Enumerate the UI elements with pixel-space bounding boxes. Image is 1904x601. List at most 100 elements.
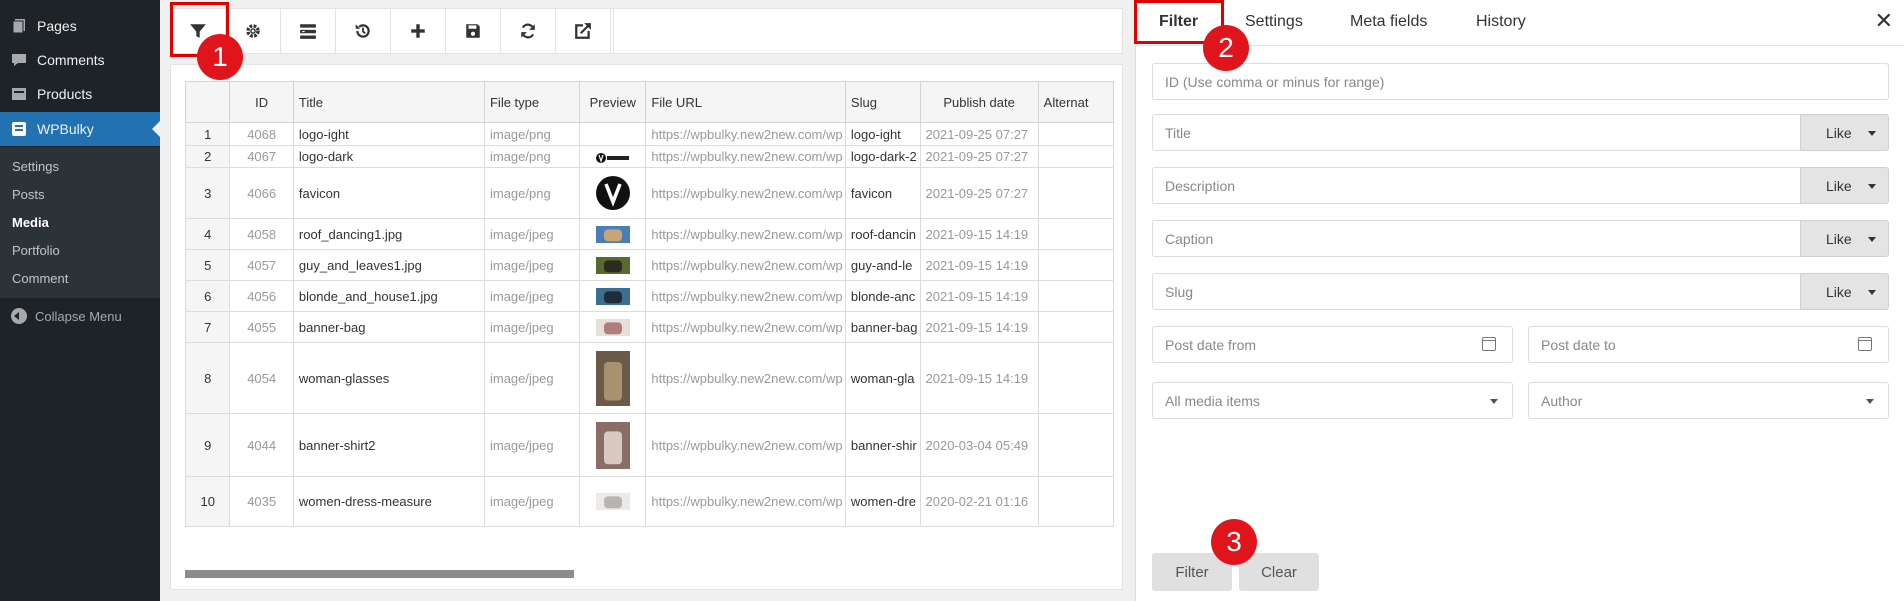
file-type-cell[interactable]: image/png [483,122,581,146]
file-url-cell[interactable]: https://wpbulky.new2new.com/wp [645,122,846,146]
column-header-preview[interactable]: Preview [579,81,647,123]
file-type-cell[interactable]: image/jpeg [483,280,581,312]
id-cell[interactable]: 4067 [229,145,294,168]
file-type-cell[interactable]: image/jpeg [483,218,581,250]
submenu-item-portfolio[interactable]: Portfolio [12,243,60,258]
preview-cell[interactable] [579,280,647,312]
calendar-icon[interactable] [1858,337,1872,351]
id-filter-input[interactable]: ID (Use comma or minus for range) [1152,63,1889,100]
column-header-publish-date[interactable]: Publish date [919,81,1039,123]
file-type-cell[interactable]: image/png [483,145,581,168]
preview-cell[interactable] [579,342,647,414]
tab-meta-fields[interactable]: Meta fields [1350,13,1427,31]
file-url-cell[interactable]: https://wpbulky.new2new.com/wp [645,476,846,527]
alternative-text-cell[interactable] [1037,476,1114,527]
history-button[interactable] [336,9,391,53]
external-link-button[interactable] [556,9,611,53]
table-row[interactable]: 10 4035 women-dress-measure image/jpeg https… [185,476,1114,527]
title-cell[interactable]: logo-ight [292,122,485,146]
calendar-icon[interactable] [1482,337,1496,351]
submenu-item-comment[interactable]: Comment [12,271,68,286]
submenu-item-media[interactable]: Media [12,215,49,230]
preview-cell[interactable] [579,249,647,281]
column-header-file-type[interactable]: File type [483,81,581,123]
title-cell[interactable]: logo-dark [292,145,485,168]
column-header-id[interactable]: ID [229,81,294,123]
title-filter-input[interactable]: Title [1152,114,1802,151]
publish-date-cell[interactable]: 2021-09-25 07:27 [919,145,1039,168]
sidebar-item-products[interactable]: Products [0,77,160,111]
tab-history[interactable]: History [1476,13,1526,31]
row-number-cell[interactable]: 2 [185,145,231,168]
preview-cell[interactable] [579,122,647,146]
file-type-cell[interactable]: image/png [483,167,581,219]
sidebar-item-comments[interactable]: Comments [0,43,160,77]
caption-like-select[interactable]: Like [1800,220,1889,257]
publish-date-cell[interactable]: 2020-03-04 05:49 [919,413,1039,477]
preview-cell[interactable] [579,167,647,219]
publish-date-cell[interactable]: 2021-09-15 14:19 [919,249,1039,281]
id-cell[interactable]: 4035 [229,476,294,527]
row-number-cell[interactable]: 1 [185,122,231,146]
refresh-button[interactable] [501,9,556,53]
media-grid-viewport[interactable]: ID Title File type Preview File URL Slug… [185,81,1114,593]
title-cell[interactable]: banner-shirt2 [292,413,485,477]
slug-cell[interactable]: women-dre [844,476,921,527]
row-number-cell[interactable]: 9 [185,413,231,477]
publish-date-cell[interactable]: 2021-09-15 14:19 [919,311,1039,343]
description-like-select[interactable]: Like [1800,167,1889,204]
sidebar-item-pages[interactable]: Pages [0,9,160,43]
alternative-text-cell[interactable] [1037,249,1114,281]
caption-filter-input[interactable]: Caption [1152,220,1802,257]
column-manager-button[interactable] [281,9,336,53]
post-date-from-input[interactable]: Post date from [1152,326,1513,363]
title-like-select[interactable]: Like [1800,114,1889,151]
title-cell[interactable]: guy_and_leaves1.jpg [292,249,485,281]
preview-cell[interactable] [579,218,647,250]
row-number-cell[interactable]: 7 [185,311,231,343]
id-cell[interactable]: 4066 [229,167,294,219]
save-button[interactable] [446,9,501,53]
row-number-cell[interactable]: 10 [185,476,231,527]
slug-cell[interactable]: logo-dark-2 [844,145,921,168]
slug-cell[interactable]: banner-bag [844,311,921,343]
table-row[interactable]: 3 4066 favicon image/png https://wpbulky.new… [185,167,1114,219]
collapse-menu-button[interactable]: Collapse Menu [0,304,160,328]
preview-cell[interactable] [579,145,647,168]
alternative-text-cell[interactable] [1037,122,1114,146]
title-cell[interactable]: roof_dancing1.jpg [292,218,485,250]
table-row[interactable]: 1 4068 logo-ight image/png https://wpbulky.n… [185,122,1114,146]
horizontal-scrollbar[interactable] [185,570,574,578]
preview-cell[interactable] [579,413,647,477]
publish-date-cell[interactable]: 2021-09-15 14:19 [919,218,1039,250]
file-url-cell[interactable]: https://wpbulky.new2new.com/wp [645,218,846,250]
file-url-cell[interactable]: https://wpbulky.new2new.com/wp [645,413,846,477]
table-row[interactable]: 4 4058 roof_dancing1.jpg image/jpeg https://… [185,218,1114,250]
slug-cell[interactable]: blonde-anc [844,280,921,312]
file-type-cell[interactable]: image/jpeg [483,311,581,343]
title-cell[interactable]: blonde_and_house1.jpg [292,280,485,312]
media-type-select[interactable]: All media items [1152,382,1513,419]
submenu-item-settings[interactable]: Settings [12,159,59,174]
tab-settings[interactable]: Settings [1245,13,1303,31]
alternative-text-cell[interactable] [1037,311,1114,343]
row-number-cell[interactable]: 5 [185,249,231,281]
file-url-cell[interactable]: https://wpbulky.new2new.com/wp [645,311,846,343]
row-number-cell[interactable]: 4 [185,218,231,250]
table-row[interactable]: 7 4055 banner-bag image/jpeg https://wpbulky… [185,311,1114,343]
file-type-cell[interactable]: image/jpeg [483,249,581,281]
file-type-cell[interactable]: image/jpeg [483,476,581,527]
title-cell[interactable]: favicon [292,167,485,219]
alternative-text-cell[interactable] [1037,413,1114,477]
id-cell[interactable]: 4056 [229,280,294,312]
publish-date-cell[interactable]: 2021-09-15 14:19 [919,280,1039,312]
publish-date-cell[interactable]: 2021-09-25 07:27 [919,167,1039,219]
alternative-text-cell[interactable] [1037,218,1114,250]
file-url-cell[interactable]: https://wpbulky.new2new.com/wp [645,280,846,312]
id-cell[interactable]: 4054 [229,342,294,414]
publish-date-cell[interactable]: 2020-02-21 01:16 [919,476,1039,527]
clear-button[interactable]: Clear [1239,553,1319,591]
slug-cell[interactable]: logo-ight [844,122,921,146]
file-url-cell[interactable]: https://wpbulky.new2new.com/wp [645,167,846,219]
file-url-cell[interactable]: https://wpbulky.new2new.com/wp [645,249,846,281]
